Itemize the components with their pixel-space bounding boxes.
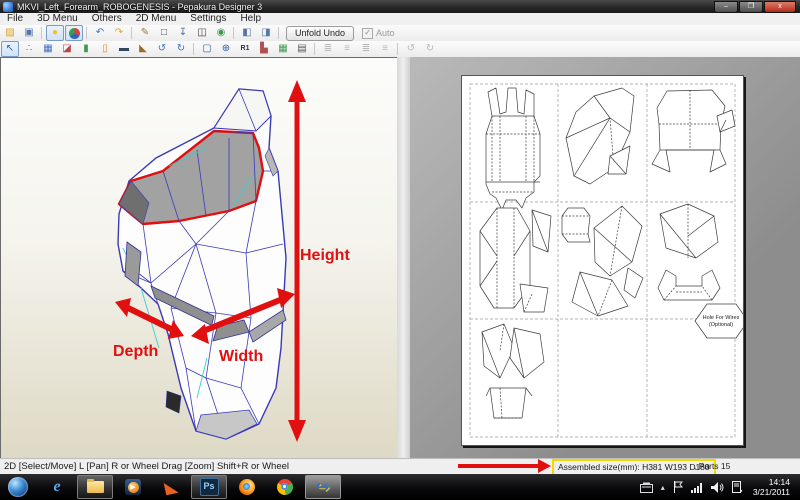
rotate-part-left-icon[interactable]: ↺ <box>402 41 420 57</box>
pen-icon[interactable]: ✎ <box>136 25 154 41</box>
menu-settings[interactable]: Settings <box>183 13 233 25</box>
close-button[interactable]: x <box>764 1 796 13</box>
menu-2d[interactable]: 2D Menu <box>129 13 184 25</box>
menu-others[interactable]: Others <box>85 13 129 25</box>
volume-icon[interactable] <box>711 482 724 493</box>
save-icon[interactable]: ▣ <box>20 25 38 41</box>
flap-color-icon[interactable]: ▯ <box>96 41 114 57</box>
taskbar: e ▶ ◣ Ps ↪ ▴ 14:14 <box>0 474 800 500</box>
tray-expand-icon[interactable]: ▴ <box>661 483 665 492</box>
status-bar: 2D [Select/Move] L [Pan] R or Wheel Drag… <box>0 458 800 475</box>
system-tray: ▴ 14:14 3/21/2011 <box>636 477 800 497</box>
menu-3d[interactable]: 3D Menu <box>30 13 85 25</box>
status-hint: 2D [Select/Move] L [Pan] R or Wheel Drag… <box>4 461 289 472</box>
window-title: MKVI_Left_Forearm_ROBOGENESIS - Pepakura… <box>17 2 262 12</box>
marquee-icon[interactable]: ▢ <box>198 41 216 57</box>
annotation-arrow <box>458 464 538 468</box>
taskbar-pepakura[interactable]: ↪ <box>305 475 341 499</box>
auto-checkbox-group: ✓ Auto <box>362 28 395 39</box>
align-right-icon[interactable]: ≡ <box>338 41 356 57</box>
rotate-part-right-icon[interactable]: ↻ <box>421 41 439 57</box>
taskbar-clock[interactable]: 14:14 3/21/2011 <box>753 477 790 497</box>
menu-help[interactable]: Help <box>233 13 268 25</box>
annotation-arrow-head <box>538 459 551 473</box>
unfold-undo-button[interactable]: Unfold Undo <box>286 26 354 41</box>
menu-file[interactable]: File <box>0 13 30 25</box>
pane-splitter[interactable] <box>397 57 410 458</box>
rotate-right-icon[interactable]: ↻ <box>172 41 190 57</box>
viewport-3d[interactable]: Height Depth Width <box>0 57 398 459</box>
taskbar-media-player[interactable]: ▶ <box>115 475 151 499</box>
network-icon[interactable] <box>691 482 703 493</box>
model-3d-forearm: Height Depth Width <box>1 58 398 459</box>
hole-label-line1: Hole For Wires <box>703 315 740 321</box>
auto-label: Auto <box>376 28 395 38</box>
chrome-icon <box>277 479 293 495</box>
undo-icon[interactable]: ↶ <box>91 25 109 41</box>
material-icon[interactable]: ▮ <box>77 41 95 57</box>
toolbar-main: ▨ ▣ ● ↶ ↷ ✎ □ ↧ ◫ ◉ ◧ ◨ Unfold Undo ✓ Au… <box>0 25 800 42</box>
grid-icon[interactable]: ▦ <box>274 41 292 57</box>
firefox-icon <box>239 479 255 495</box>
reorder-icon[interactable]: R1 <box>236 41 254 57</box>
title-bar[interactable]: MKVI_Left_Forearm_ROBOGENESIS - Pepakura… <box>0 0 800 13</box>
taskbar-chrome[interactable] <box>267 475 303 499</box>
desktop: MKVI_Left_Forearm_ROBOGENESIS - Pepakura… <box>0 0 800 500</box>
action-center-flag-icon[interactable] <box>673 481 683 493</box>
minimize-button[interactable]: – <box>714 1 738 13</box>
align-top-icon[interactable]: ≣ <box>357 41 375 57</box>
clipboard-tool-icon[interactable] <box>732 481 743 493</box>
solid-view-icon[interactable]: □ <box>155 25 173 41</box>
hole-label-line2: (Optional) <box>709 322 733 328</box>
unfolded-patterns: Hole For Wires (Optional) <box>462 76 743 445</box>
anchor-icon[interactable]: ↧ <box>174 25 192 41</box>
select-move-icon[interactable]: ↖ <box>1 41 19 57</box>
move-parts-icon[interactable]: ⊕ <box>217 41 235 57</box>
height-label: Height <box>300 247 350 264</box>
print-icon[interactable]: ▤ <box>293 41 311 57</box>
depth-label: Depth <box>113 343 158 360</box>
paint-icon[interactable]: ◪ <box>58 41 76 57</box>
pattern-page[interactable]: Hole For Wires (Optional) <box>461 75 744 446</box>
start-button[interactable] <box>8 477 28 497</box>
rotate-left-icon[interactable]: ↺ <box>153 41 171 57</box>
maximize-button[interactable]: ❐ <box>739 1 763 13</box>
locate-icon[interactable]: ◉ <box>212 25 230 41</box>
auto-checkbox[interactable]: ✓ <box>362 28 373 39</box>
pages-icon[interactable]: ◫ <box>193 25 211 41</box>
ie-icon: e <box>53 478 60 496</box>
media-player-icon: ▶ <box>125 479 141 495</box>
redo-icon[interactable]: ↷ <box>110 25 128 41</box>
matlab-icon: ◣ <box>163 477 178 497</box>
image-view-icon[interactable]: ▦ <box>39 41 57 57</box>
align-left-icon[interactable]: ≣ <box>319 41 337 57</box>
clock-time: 14:14 <box>753 477 790 487</box>
dark-view-icon[interactable]: ▬ <box>115 41 133 57</box>
parts-count: , Parts 15 <box>694 461 730 471</box>
toolbar-2d: ↖ ∴ ▦ ◪ ▮ ▯ ▬ ◣ ↺ ↻ ▢ ⊕ R1 ▙ ▦ ▤ ≣ ≡ ≣ ≡… <box>0 41 800 58</box>
viewport-2d[interactable]: Hole For Wires (Optional) <box>410 57 800 458</box>
taskbar-internet-explorer[interactable]: e <box>39 475 75 499</box>
taskbar-firefox[interactable] <box>229 475 265 499</box>
light-toggle-icon[interactable]: ● <box>46 25 64 41</box>
chart-icon[interactable]: ▙ <box>255 41 273 57</box>
folder-icon <box>87 481 104 493</box>
width-label: Width <box>219 348 263 365</box>
pour-icon[interactable]: ◣ <box>134 41 152 57</box>
taskbar-photoshop[interactable]: Ps <box>191 475 227 499</box>
main-area: Height Depth Width <box>0 57 800 458</box>
app-icon <box>3 2 13 12</box>
photoshop-icon: Ps <box>200 478 219 496</box>
texture-sphere-icon[interactable] <box>65 25 83 41</box>
clock-date: 3/21/2011 <box>753 487 790 497</box>
layout-left-icon[interactable]: ◧ <box>238 25 256 41</box>
open-file-icon[interactable]: ▨ <box>1 25 19 41</box>
pepakura-icon: ↪ <box>317 478 330 496</box>
taskbar-matlab[interactable]: ◣ <box>153 475 189 499</box>
align-bottom-icon[interactable]: ≡ <box>376 41 394 57</box>
layout-right-icon[interactable]: ◨ <box>257 25 275 41</box>
edge-select-icon[interactable]: ∴ <box>20 41 38 57</box>
taskbar-windows-explorer[interactable] <box>77 475 113 499</box>
tray-app-icon[interactable] <box>640 482 653 493</box>
